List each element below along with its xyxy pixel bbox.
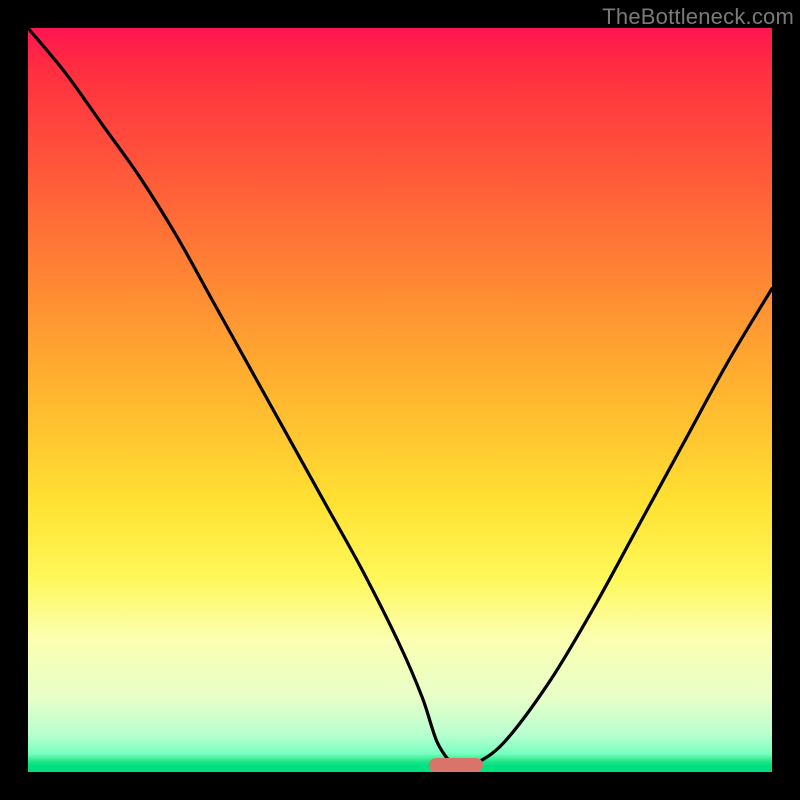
bottleneck-curve (28, 28, 772, 772)
watermark-text: TheBottleneck.com (602, 4, 794, 30)
optimal-marker (429, 758, 483, 772)
chart-frame (28, 28, 772, 772)
